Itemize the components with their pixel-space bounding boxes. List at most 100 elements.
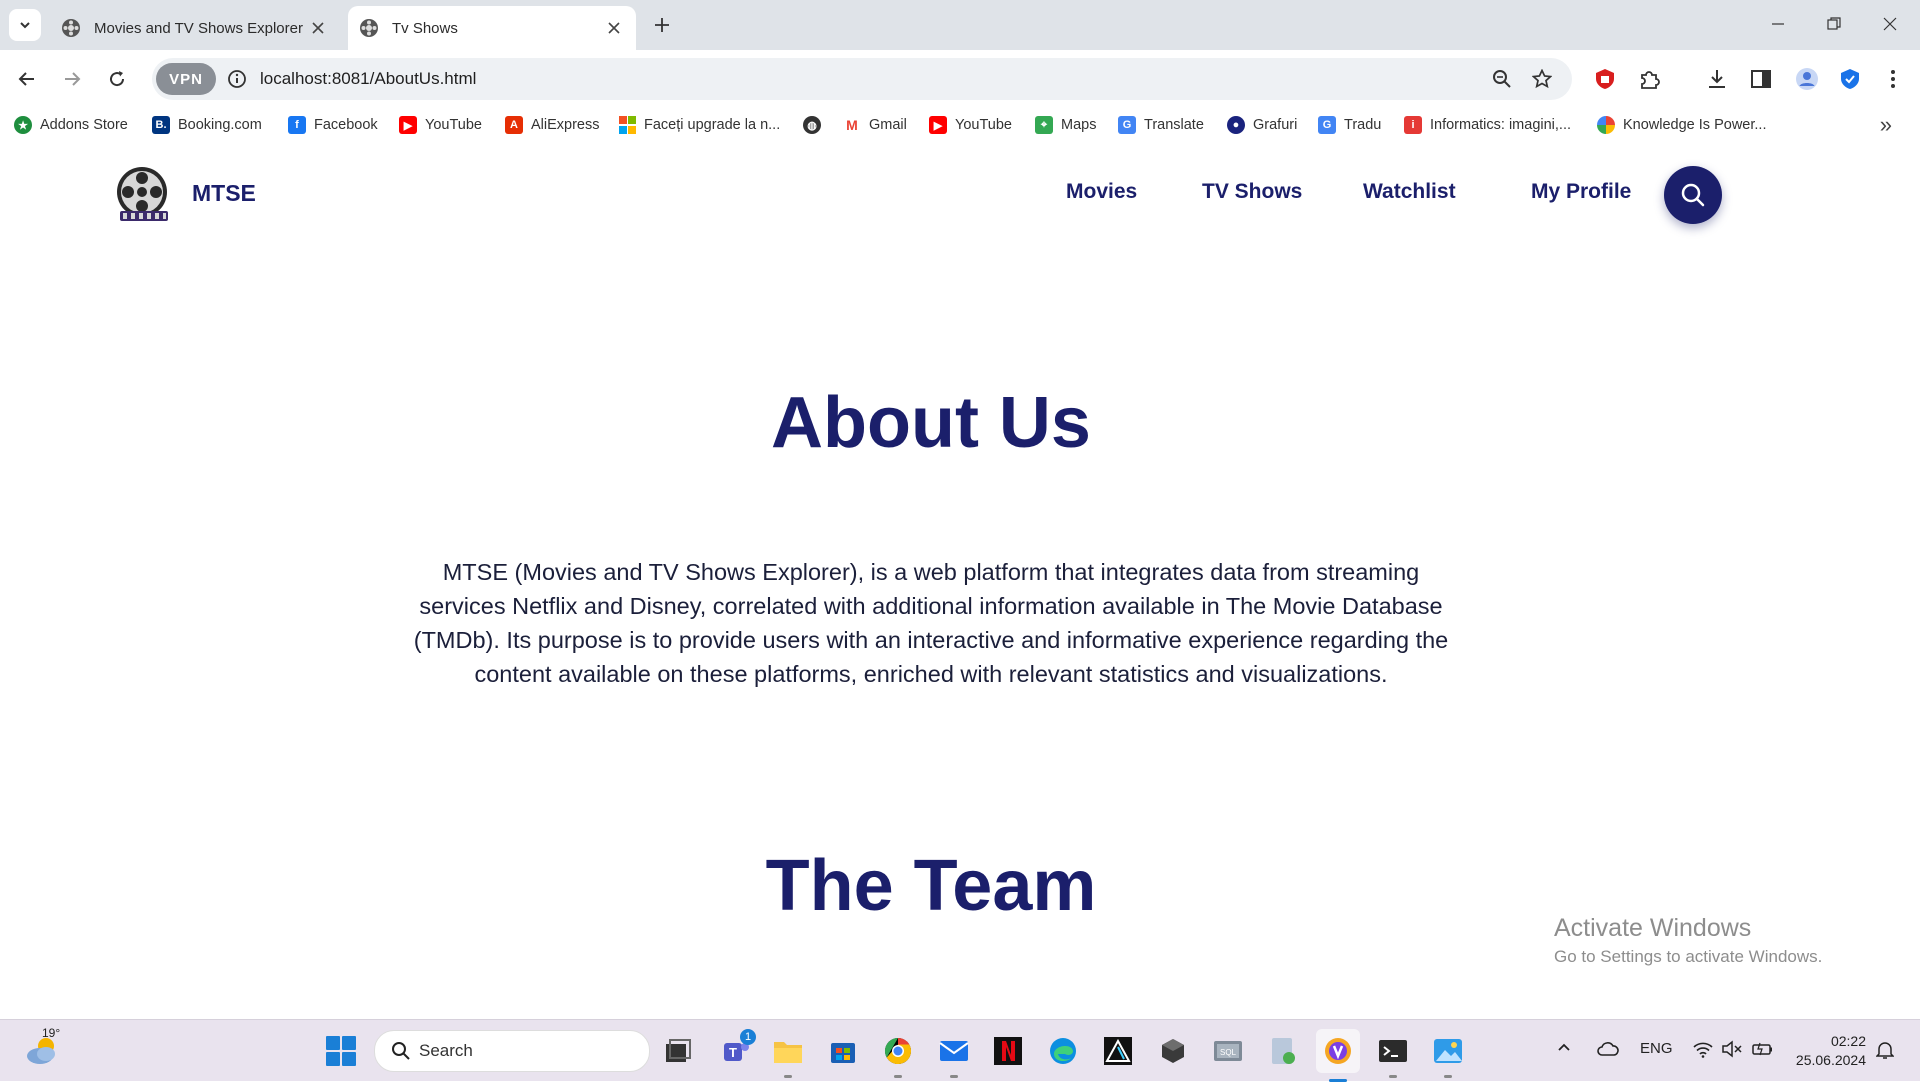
task-view-button[interactable] xyxy=(660,1033,696,1069)
microsoft-store-app[interactable] xyxy=(825,1033,861,1069)
informatics-icon: i xyxy=(1404,116,1422,134)
archive-app[interactable] xyxy=(1265,1033,1301,1069)
arrow-left-icon xyxy=(18,72,34,86)
search-button[interactable] xyxy=(1664,166,1722,224)
close-icon xyxy=(312,22,324,34)
clock-date: 25.06.2024 xyxy=(1795,1052,1866,1068)
bookmark-label: Knowledge Is Power... xyxy=(1623,117,1767,133)
bookmark-windows-upgrade[interactable]: Faceți upgrade la n... xyxy=(618,113,780,137)
password-manager-button[interactable] xyxy=(1833,62,1867,96)
puzzle-icon xyxy=(1641,71,1660,89)
bookmark-booking[interactable]: B. Booking.com xyxy=(152,113,262,137)
cloud-icon xyxy=(1597,1042,1619,1056)
bookmark-star-button[interactable] xyxy=(1528,65,1556,93)
language-indicator[interactable]: ENG xyxy=(1640,1040,1673,1057)
wifi-tray-icon[interactable] xyxy=(1692,1040,1714,1062)
bookmark-addons-store[interactable]: ★ Addons Store xyxy=(14,113,128,137)
tab-movies-explorer[interactable]: Movies and TV Shows Explorer xyxy=(50,6,340,50)
bookmark-globe[interactable]: ◍ xyxy=(803,113,829,137)
reload-button[interactable] xyxy=(100,62,134,96)
bookmark-facebook[interactable]: f Facebook xyxy=(288,113,378,137)
prism-app[interactable] xyxy=(1100,1033,1136,1069)
close-tab-button[interactable] xyxy=(304,14,332,42)
avatar-icon xyxy=(1796,68,1818,90)
vpn-button[interactable]: VPN xyxy=(156,63,216,95)
bookmark-translate[interactable]: G Translate xyxy=(1118,113,1204,137)
nav-watchlist[interactable]: Watchlist xyxy=(1363,180,1456,204)
nav-movies[interactable]: Movies xyxy=(1066,180,1137,204)
taskbar-clock[interactable]: 02:22 25.06.2024 xyxy=(1790,1032,1866,1070)
translate-icon: G xyxy=(1118,116,1136,134)
new-tab-button[interactable] xyxy=(648,11,676,39)
bookmark-knowledge[interactable]: Knowledge Is Power... xyxy=(1597,113,1766,137)
site-brand[interactable]: MTSE xyxy=(192,180,256,207)
forward-button[interactable] xyxy=(55,62,89,96)
url-text: localhost:8081/AboutUs.html xyxy=(260,69,477,88)
photos-app[interactable] xyxy=(1430,1033,1466,1078)
terminal-icon xyxy=(1379,1040,1407,1062)
start-button[interactable] xyxy=(326,1036,356,1066)
bookmark-youtube-2[interactable]: ▶ YouTube xyxy=(929,113,1012,137)
extensions-button[interactable] xyxy=(1632,62,1666,96)
sql-server-app[interactable]: SQL xyxy=(1210,1033,1246,1069)
about-us-heading: About Us xyxy=(771,383,1091,463)
battery-tray-icon[interactable] xyxy=(1751,1040,1775,1062)
close-icon xyxy=(1883,17,1897,31)
mail-icon xyxy=(939,1041,969,1061)
cube-icon xyxy=(1162,1039,1184,1063)
shield-icon xyxy=(1596,69,1614,89)
bookmark-maps[interactable]: ⌖ Maps xyxy=(1035,113,1096,137)
restore-button[interactable] xyxy=(1806,0,1862,48)
film-reel-logo-icon[interactable] xyxy=(114,165,174,225)
bookmark-aliexpress[interactable]: A AliExpress xyxy=(505,113,600,137)
terminal-app[interactable] xyxy=(1375,1033,1411,1078)
minimize-button[interactable] xyxy=(1750,0,1806,48)
bookmark-gmail[interactable]: M Gmail xyxy=(843,113,907,137)
onedrive-tray-icon[interactable] xyxy=(1597,1040,1619,1062)
chevron-up-icon xyxy=(1558,1043,1570,1051)
site-info-button[interactable] xyxy=(224,66,250,92)
side-panel-button[interactable] xyxy=(1744,62,1778,96)
edge-app[interactable] xyxy=(1045,1033,1081,1069)
bookmark-tradu[interactable]: G Tradu xyxy=(1318,113,1381,137)
zoom-button[interactable] xyxy=(1488,65,1516,93)
taskbar-search-box[interactable]: Search xyxy=(374,1030,650,1072)
file-explorer-app[interactable] xyxy=(770,1033,806,1078)
netflix-icon xyxy=(994,1037,1022,1065)
bookmark-label: Faceți upgrade la n... xyxy=(644,117,781,133)
tab-tv-shows[interactable]: Tv Shows xyxy=(348,6,636,50)
volume-tray-icon[interactable] xyxy=(1721,1040,1743,1062)
browser-app-active[interactable] xyxy=(1316,1029,1360,1082)
wifi-icon xyxy=(1693,1042,1713,1058)
bookmarks-overflow-button[interactable]: » xyxy=(1880,112,1892,138)
bookmark-informatics[interactable]: i Informatics: imagini,... xyxy=(1404,113,1571,137)
maps-icon: ⌖ xyxy=(1035,116,1053,134)
back-button[interactable] xyxy=(10,62,44,96)
chrome-app[interactable] xyxy=(880,1033,916,1078)
search-icon xyxy=(392,1042,410,1060)
youtube-icon: ▶ xyxy=(929,116,947,134)
browser-menu-button[interactable] xyxy=(1876,62,1910,96)
mail-app[interactable] xyxy=(936,1033,972,1078)
close-tab-button[interactable] xyxy=(600,14,628,42)
tab-search-button[interactable] xyxy=(9,9,41,41)
nav-my-profile[interactable]: My Profile xyxy=(1531,180,1631,204)
clock-time: 02:22 xyxy=(1830,1033,1866,1049)
show-hidden-icons-button[interactable] xyxy=(1556,1040,1572,1060)
profile-button[interactable] xyxy=(1790,62,1824,96)
bookmark-grafuri[interactable]: ● Grafuri xyxy=(1227,113,1297,137)
notifications-button[interactable] xyxy=(1875,1040,1895,1064)
unity-app[interactable] xyxy=(1155,1033,1191,1069)
downloads-button[interactable] xyxy=(1700,62,1734,96)
netflix-app[interactable] xyxy=(990,1033,1026,1069)
bookmark-youtube[interactable]: ▶ YouTube xyxy=(399,113,482,137)
adblock-extension-button[interactable] xyxy=(1588,62,1622,96)
addons-icon: ★ xyxy=(14,116,32,134)
close-window-button[interactable] xyxy=(1862,0,1918,48)
address-bar[interactable]: VPN localhost:8081/AboutUs.html xyxy=(152,58,1572,100)
browser-app-icon xyxy=(1325,1038,1351,1064)
nav-tv-shows[interactable]: TV Shows xyxy=(1202,180,1302,204)
bookmark-label: Gmail xyxy=(869,117,907,133)
translate-icon: G xyxy=(1318,116,1336,134)
teams-app[interactable]: T 1 xyxy=(718,1029,756,1069)
